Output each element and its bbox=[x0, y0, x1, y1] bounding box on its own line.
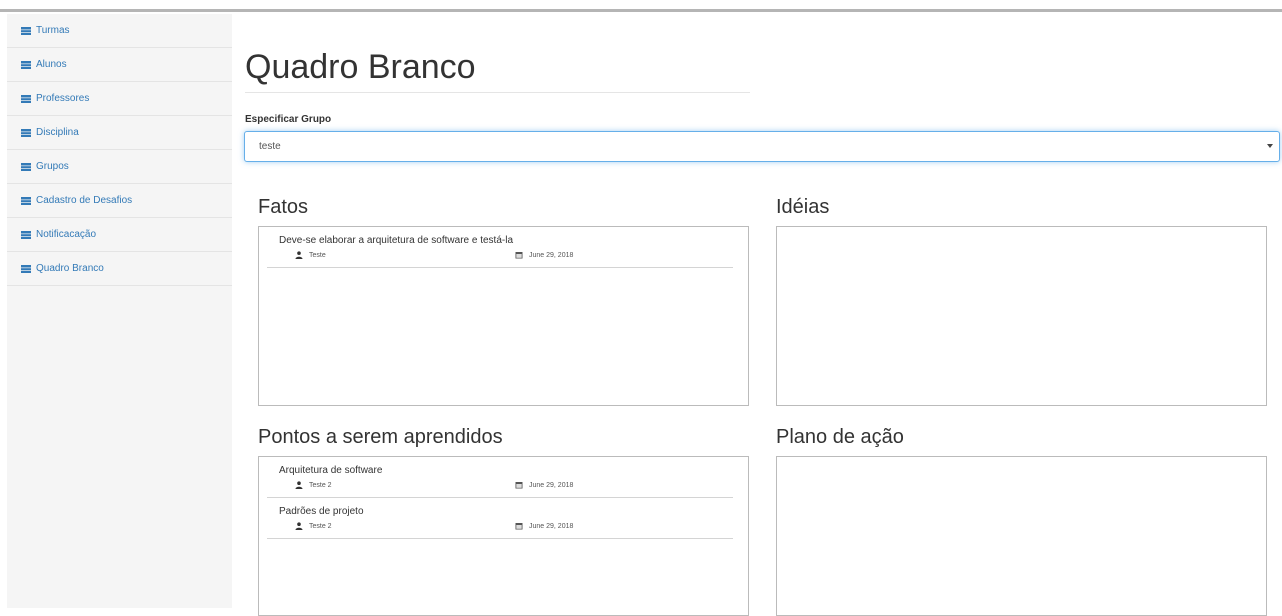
note-text: Arquitetura de software bbox=[279, 465, 383, 476]
note-author-name: Teste 2 bbox=[309, 481, 332, 489]
note-author: Teste 2 bbox=[267, 522, 515, 530]
calendar-icon bbox=[515, 251, 523, 259]
note-author-name: Teste 2 bbox=[309, 522, 332, 530]
sidebar-item-cadastro-de-desafios[interactable]: Cadastro de Desafios bbox=[7, 184, 232, 218]
note-date-value: June 29, 2018 bbox=[529, 522, 574, 530]
sidebar-item-disciplina[interactable]: Disciplina bbox=[7, 116, 232, 150]
group-select[interactable]: teste bbox=[244, 131, 1280, 162]
sidebar-item-label: Notificacação bbox=[36, 229, 97, 240]
pontos-board[interactable]: Arquitetura de software Teste 2 June 29,… bbox=[258, 456, 749, 616]
sidebar-item-label: Cadastro de Desafios bbox=[36, 195, 133, 206]
caret-down-icon bbox=[1267, 144, 1273, 148]
note-date: June 29, 2018 bbox=[515, 251, 573, 259]
note-author: Teste 2 bbox=[267, 481, 515, 489]
note-text: Padrões de projeto bbox=[279, 506, 364, 517]
sidebar-item-grupos[interactable]: Grupos bbox=[7, 150, 232, 184]
section-title-fatos: Fatos bbox=[258, 196, 309, 218]
table-list-icon bbox=[21, 196, 31, 205]
table-list-icon bbox=[21, 60, 31, 69]
note-author: Teste bbox=[267, 251, 515, 259]
section-title-pontos: Pontos a serem aprendidos bbox=[258, 426, 503, 448]
sidebar-item-label: Quadro Branco bbox=[36, 263, 104, 274]
note-text: Deve-se elaborar a arquitetura de softwa… bbox=[279, 235, 514, 246]
table-list-icon bbox=[21, 94, 31, 103]
fatos-board[interactable]: Deve-se elaborar a arquitetura de softwa… bbox=[258, 226, 749, 406]
sidebar: Turmas Alunos Professores Disciplina Gru… bbox=[7, 14, 232, 608]
calendar-icon bbox=[515, 522, 523, 530]
sidebar-item-label: Alunos bbox=[36, 59, 67, 70]
sidebar-item-quadro-branco[interactable]: Quadro Branco bbox=[7, 252, 232, 286]
ideias-board[interactable] bbox=[776, 226, 1267, 406]
table-list-icon bbox=[21, 162, 31, 171]
table-list-icon bbox=[21, 264, 31, 273]
sidebar-item-label: Turmas bbox=[36, 25, 70, 36]
note-meta: Teste 2 June 29, 2018 bbox=[267, 478, 733, 492]
sidebar-item-professores[interactable]: Professores bbox=[7, 82, 232, 116]
note-meta: Teste June 29, 2018 bbox=[267, 248, 733, 262]
sidebar-item-label: Professores bbox=[36, 93, 90, 104]
note-date-value: June 29, 2018 bbox=[529, 251, 574, 259]
section-title-plano: Plano de ação bbox=[776, 426, 904, 448]
note-meta: Teste 2 June 29, 2018 bbox=[267, 519, 733, 533]
user-icon bbox=[295, 251, 303, 259]
calendar-icon bbox=[515, 481, 523, 489]
table-list-icon bbox=[21, 26, 31, 35]
user-icon bbox=[295, 481, 303, 489]
plano-board[interactable] bbox=[776, 456, 1267, 616]
top-bar bbox=[0, 0, 1282, 12]
note-item[interactable]: Deve-se elaborar a arquitetura de softwa… bbox=[267, 227, 733, 268]
note-date-value: June 29, 2018 bbox=[529, 481, 574, 489]
table-list-icon bbox=[21, 128, 31, 137]
group-select-label: Especificar Grupo bbox=[245, 114, 332, 125]
sidebar-item-label: Disciplina bbox=[36, 127, 79, 138]
sidebar-item-label: Grupos bbox=[36, 161, 69, 172]
title-divider bbox=[245, 92, 750, 93]
sidebar-item-turmas[interactable]: Turmas bbox=[7, 14, 232, 48]
note-date: June 29, 2018 bbox=[515, 481, 573, 489]
group-select-value: teste bbox=[259, 141, 281, 152]
section-title-ideias: Idéias bbox=[776, 196, 830, 218]
sidebar-item-notificacao[interactable]: Notificacação bbox=[7, 218, 232, 252]
sidebar-item-alunos[interactable]: Alunos bbox=[7, 48, 232, 82]
note-date: June 29, 2018 bbox=[515, 522, 573, 530]
note-item[interactable]: Padrões de projeto Teste 2 June 29, 2018 bbox=[267, 498, 733, 539]
page-title: Quadro Branco bbox=[245, 48, 476, 86]
table-list-icon bbox=[21, 230, 31, 239]
note-item[interactable]: Arquitetura de software Teste 2 June 29,… bbox=[267, 457, 733, 498]
user-icon bbox=[295, 522, 303, 530]
note-author-name: Teste bbox=[309, 251, 326, 259]
